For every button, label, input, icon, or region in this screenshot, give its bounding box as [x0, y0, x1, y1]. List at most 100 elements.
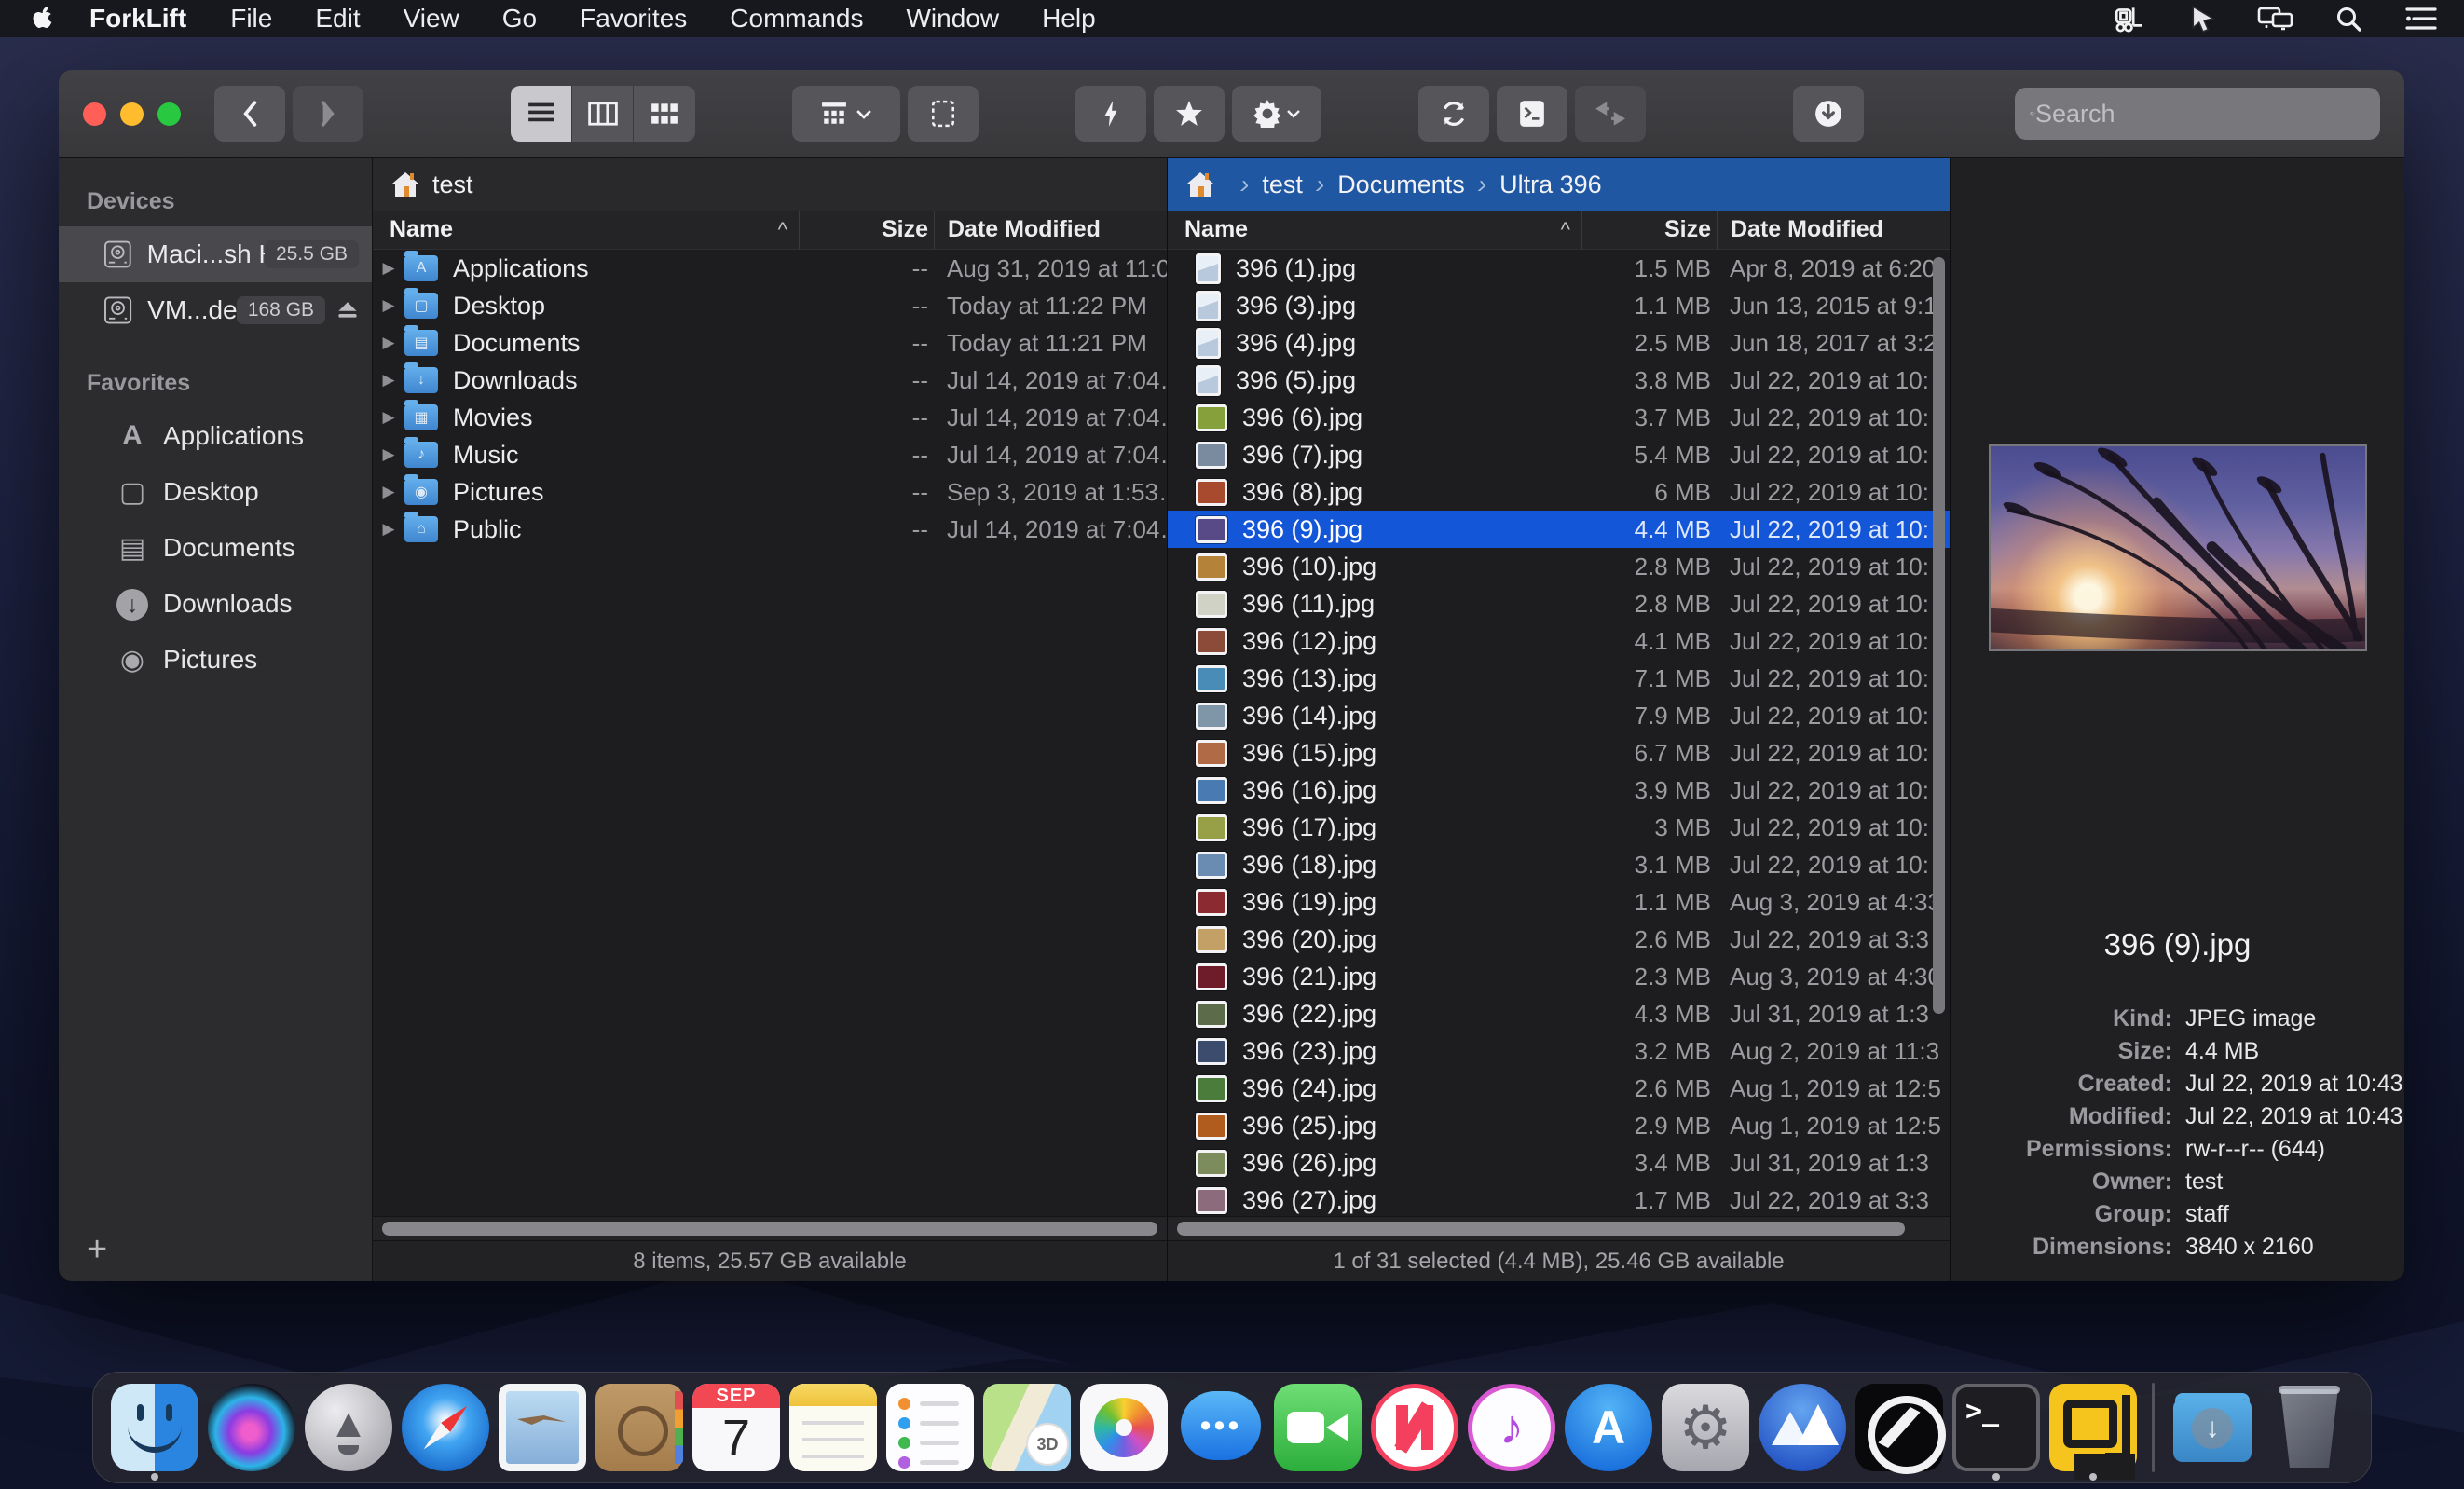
download-button[interactable]: [1793, 86, 1864, 142]
file-row[interactable]: 396 (11).jpg 2.8 MB Jul 22, 2019 at 10:: [1168, 585, 1950, 622]
device-item-vm-ders[interactable]: VM...ders 168 GB: [59, 282, 372, 338]
dock-item-maps[interactable]: 3D: [979, 1373, 1075, 1482]
spotlight-search-icon[interactable]: [2330, 5, 2367, 33]
file-row[interactable]: 396 (14).jpg 7.9 MB Jul 22, 2019 at 10:: [1168, 697, 1950, 734]
close-button[interactable]: [83, 102, 106, 126]
dock-item-forklift[interactable]: [2045, 1373, 2142, 1482]
arrange-menu-button[interactable]: [792, 86, 900, 142]
terminal-button[interactable]: [1497, 86, 1567, 142]
file-row[interactable]: 396 (22).jpg 4.3 MB Jul 31, 2019 at 1:3: [1168, 995, 1950, 1032]
right-path-bar[interactable]: testDocumentsUltra 396: [1168, 158, 1950, 211]
dock-item-trash[interactable]: [2261, 1373, 2358, 1482]
disclosure-triangle-icon[interactable]: ▶: [373, 520, 404, 539]
dock-item-calendar[interactable]: SEP 7: [688, 1373, 785, 1482]
folder-row[interactable]: ▶ Music -- Jul 14, 2019 at 7:04…: [373, 436, 1167, 473]
sidebar-item-desktop[interactable]: Desktop: [59, 464, 372, 520]
sidebar-item-documents[interactable]: Documents: [59, 520, 372, 576]
sidebar-item-applications[interactable]: Applications: [59, 408, 372, 464]
file-row[interactable]: 396 (24).jpg 2.6 MB Aug 1, 2019 at 12:5: [1168, 1070, 1950, 1107]
breadcrumb-segment-ultra-396[interactable]: Ultra 396: [1465, 170, 1602, 199]
dock-item-system-preferences[interactable]: [1657, 1373, 1754, 1482]
disclosure-triangle-icon[interactable]: ▶: [373, 483, 404, 501]
file-row[interactable]: 396 (7).jpg 5.4 MB Jul 22, 2019 at 10:: [1168, 436, 1950, 473]
menu-item-file[interactable]: File: [209, 4, 294, 34]
dock-item-safari[interactable]: [397, 1373, 494, 1482]
dock-item-reminders[interactable]: [882, 1373, 979, 1482]
file-row[interactable]: 396 (18).jpg 3.1 MB Jul 22, 2019 at 10:: [1168, 846, 1950, 883]
search-input[interactable]: [2035, 100, 2365, 129]
dock-item-launchpad[interactable]: [300, 1373, 397, 1482]
dock-item-news[interactable]: [1366, 1373, 1463, 1482]
back-button[interactable]: [214, 86, 285, 142]
dock-item-appstore[interactable]: [1560, 1373, 1657, 1482]
file-row[interactable]: 396 (17).jpg 3 MB Jul 22, 2019 at 10:: [1168, 809, 1950, 846]
disclosure-triangle-icon[interactable]: ▶: [373, 296, 404, 315]
file-row[interactable]: 396 (15).jpg 6.7 MB Jul 22, 2019 at 10:: [1168, 734, 1950, 772]
left-path-bar[interactable]: test: [373, 158, 1167, 211]
file-row[interactable]: 396 (6).jpg 3.7 MB Jul 22, 2019 at 10:: [1168, 399, 1950, 436]
menu-item-go[interactable]: Go: [481, 4, 558, 34]
zoom-button[interactable]: [157, 102, 181, 126]
file-row[interactable]: 396 (21).jpg 2.3 MB Aug 3, 2019 at 4:30: [1168, 958, 1950, 995]
file-row[interactable]: 396 (9).jpg 4.4 MB Jul 22, 2019 at 10:: [1168, 511, 1950, 548]
sync-button[interactable]: [1418, 86, 1489, 142]
file-row[interactable]: 396 (23).jpg 3.2 MB Aug 2, 2019 at 11:3: [1168, 1032, 1950, 1070]
apple-menu-icon[interactable]: [32, 6, 54, 32]
folder-row[interactable]: ▶ Movies -- Jul 14, 2019 at 7:04…: [373, 399, 1167, 436]
dock-item-notes[interactable]: [785, 1373, 882, 1482]
sidebar-item-downloads[interactable]: Downloads: [59, 576, 372, 632]
file-row[interactable]: 396 (27).jpg 1.7 MB Jul 22, 2019 at 3:3: [1168, 1182, 1950, 1216]
displays-status-icon[interactable]: [2257, 5, 2294, 33]
favorites-button[interactable]: [1154, 86, 1225, 142]
column-view-button[interactable]: [572, 86, 634, 142]
dock-item-photos[interactable]: [1075, 1373, 1172, 1482]
forward-button[interactable]: [293, 86, 363, 142]
folder-row[interactable]: ▶ Pictures -- Sep 3, 2019 at 1:53…: [373, 473, 1167, 511]
disclosure-triangle-icon[interactable]: ▶: [373, 334, 404, 352]
dock-item-finder[interactable]: [106, 1373, 203, 1482]
file-row[interactable]: 396 (13).jpg 7.1 MB Jul 22, 2019 at 10:: [1168, 660, 1950, 697]
column-header-size[interactable]: Size: [1581, 211, 1717, 249]
pointer-status-icon[interactable]: [2184, 5, 2222, 33]
menu-item-edit[interactable]: Edit: [294, 4, 381, 34]
disclosure-triangle-icon[interactable]: ▶: [373, 259, 404, 278]
file-row[interactable]: 396 (1).jpg 1.5 MB Apr 8, 2019 at 6:20: [1168, 250, 1950, 287]
file-row[interactable]: 396 (20).jpg 2.6 MB Jul 22, 2019 at 3:3: [1168, 921, 1950, 958]
menu-item-window[interactable]: Window: [884, 4, 1020, 34]
folder-row[interactable]: ▶ Applications -- Aug 31, 2019 at 11:0.: [373, 250, 1167, 287]
dock-item-terminal[interactable]: >_: [1948, 1373, 2045, 1482]
dock-item-separator[interactable]: [2142, 1373, 2164, 1482]
disclosure-triangle-icon[interactable]: ▶: [373, 408, 404, 427]
folder-row[interactable]: ▶ Public -- Jul 14, 2019 at 7:04…: [373, 511, 1167, 548]
dock-item-downloads-folder[interactable]: [2164, 1373, 2261, 1482]
file-row[interactable]: 396 (12).jpg 4.1 MB Jul 22, 2019 at 10:: [1168, 622, 1950, 660]
device-item-maci-sh-hd[interactable]: Maci...sh HD 25.5 GB: [59, 226, 372, 282]
actions-menu-button[interactable]: [1232, 86, 1321, 142]
menu-item-view[interactable]: View: [382, 4, 481, 34]
file-row[interactable]: 396 (26).jpg 3.4 MB Jul 31, 2019 at 1:3: [1168, 1144, 1950, 1182]
eject-icon[interactable]: [336, 298, 359, 322]
dock-item-mail[interactable]: [494, 1373, 591, 1482]
menu-item-help[interactable]: Help: [1020, 4, 1117, 34]
file-row[interactable]: 396 (3).jpg 1.1 MB Jun 13, 2015 at 9:1: [1168, 287, 1950, 324]
transfer-button[interactable]: [1575, 86, 1646, 142]
breadcrumb-segment-test[interactable]: test: [1227, 170, 1303, 199]
scrollbar-thumb[interactable]: [382, 1222, 1157, 1236]
dock-item-app-blue-mountain[interactable]: [1754, 1373, 1851, 1482]
dock-item-facetime[interactable]: [1269, 1373, 1366, 1482]
disclosure-triangle-icon[interactable]: ▶: [373, 445, 404, 464]
activities-button[interactable]: [1075, 86, 1146, 142]
file-row[interactable]: 396 (10).jpg 2.8 MB Jul 22, 2019 at 10:: [1168, 548, 1950, 585]
list-view-button[interactable]: [511, 86, 572, 142]
add-favorite-button[interactable]: +: [87, 1230, 107, 1270]
select-button[interactable]: [908, 86, 979, 142]
menu-item-favorites[interactable]: Favorites: [558, 4, 708, 34]
folder-row[interactable]: ▶ Downloads -- Jul 14, 2019 at 7:04…: [373, 362, 1167, 399]
dock-item-app-black-circle[interactable]: [1851, 1373, 1948, 1482]
sidebar-item-pictures[interactable]: Pictures: [59, 632, 372, 688]
menu-list-status-icon[interactable]: [2402, 5, 2440, 33]
folder-row[interactable]: ▶ Desktop -- Today at 11:22 PM: [373, 287, 1167, 324]
menu-item-commands[interactable]: Commands: [708, 4, 884, 34]
disclosure-triangle-icon[interactable]: ▶: [373, 371, 404, 389]
file-row[interactable]: 396 (8).jpg 6 MB Jul 22, 2019 at 10:: [1168, 473, 1950, 511]
